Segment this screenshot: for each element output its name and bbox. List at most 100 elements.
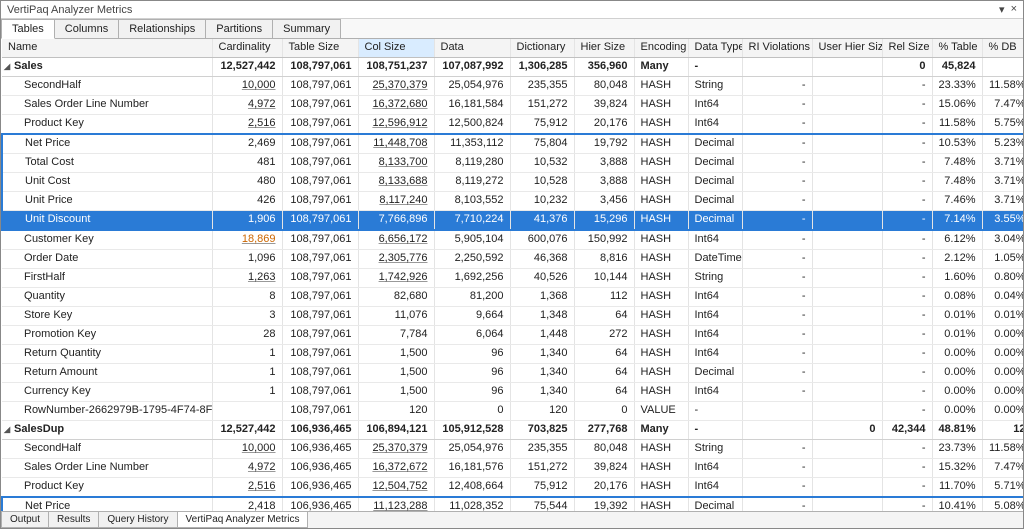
cell[interactable]: 0.04% [982, 288, 1023, 307]
col-header[interactable]: Table Size [282, 39, 358, 58]
cell[interactable]: 2,418 [212, 497, 282, 511]
data-row[interactable]: Currency Key1108,797,0611,500961,34064HA… [2, 383, 1023, 402]
cell[interactable]: 81,200 [434, 288, 510, 307]
cell[interactable]: 0.00% [932, 402, 982, 421]
cell[interactable]: 15.32% [932, 459, 982, 478]
cell[interactable]: 7.48% [932, 173, 982, 192]
cell[interactable]: 39,824 [574, 459, 634, 478]
row-name[interactable]: Unit Price [2, 192, 212, 211]
cell[interactable]: 1,348 [510, 307, 574, 326]
cell[interactable] [812, 402, 882, 421]
cell[interactable]: 356,960 [574, 58, 634, 77]
row-name[interactable]: Unit Cost [2, 173, 212, 192]
cell[interactable]: 11.58% [982, 77, 1023, 96]
cell[interactable]: Int64 [688, 326, 742, 345]
cell[interactable]: HASH [634, 154, 688, 173]
group-row[interactable]: Sales12,527,442108,797,061108,751,237107… [2, 58, 1023, 77]
cell[interactable]: 5.23% [982, 134, 1023, 154]
cell[interactable]: - [742, 77, 812, 96]
cell[interactable]: 8,103,552 [434, 192, 510, 211]
cell[interactable]: - [742, 269, 812, 288]
cell[interactable]: 11,123,288 [358, 497, 434, 511]
cell[interactable]: 12,500,824 [434, 115, 510, 135]
col-header[interactable]: Dictionary [510, 39, 574, 58]
cell[interactable]: 108,797,061 [282, 402, 358, 421]
cell[interactable]: 3.71% [982, 154, 1023, 173]
cell[interactable]: 108,797,061 [282, 154, 358, 173]
cell[interactable]: HASH [634, 345, 688, 364]
cell[interactable]: HASH [634, 77, 688, 96]
cell[interactable]: 3.71% [982, 173, 1023, 192]
cell[interactable]: HASH [634, 288, 688, 307]
cell[interactable]: 1,263 [212, 269, 282, 288]
cell[interactable]: 10,000 [212, 77, 282, 96]
cell[interactable]: 7.47% [982, 459, 1023, 478]
row-name[interactable]: Currency Key [2, 383, 212, 402]
cell[interactable]: 64 [574, 345, 634, 364]
cell[interactable]: DateTime [688, 250, 742, 269]
cell[interactable] [812, 326, 882, 345]
cell[interactable]: 0 [434, 402, 510, 421]
cell[interactable]: 2,469 [212, 134, 282, 154]
data-row[interactable]: FirstHalf1,263108,797,0611,742,9261,692,… [2, 269, 1023, 288]
cell[interactable]: 0.01% [932, 326, 982, 345]
cell[interactable]: - [882, 326, 932, 345]
cell[interactable]: 1 [212, 383, 282, 402]
cell[interactable]: 277,768 [574, 421, 634, 440]
cell[interactable]: - [882, 154, 932, 173]
col-header[interactable]: Rel Size [882, 39, 932, 58]
row-name[interactable]: Net Price [2, 134, 212, 154]
row-name[interactable]: Quantity [2, 288, 212, 307]
cell[interactable]: 10.41% [932, 497, 982, 511]
cell[interactable]: 6,064 [434, 326, 510, 345]
cell[interactable] [812, 230, 882, 250]
row-name[interactable]: SecondHalf [2, 77, 212, 96]
cell[interactable]: 105,912,528 [434, 421, 510, 440]
data-row[interactable]: Product Key2,516106,936,46512,504,75212,… [2, 478, 1023, 498]
cell[interactable]: - [882, 134, 932, 154]
cell[interactable]: 10,144 [574, 269, 634, 288]
cell[interactable]: 96 [434, 383, 510, 402]
cell[interactable]: - [742, 96, 812, 115]
cell[interactable]: 3,456 [574, 192, 634, 211]
cell[interactable] [812, 173, 882, 192]
cell[interactable]: 0.00% [982, 345, 1023, 364]
cell[interactable]: 8,117,240 [358, 192, 434, 211]
row-name[interactable]: Return Quantity [2, 345, 212, 364]
cell[interactable]: HASH [634, 478, 688, 498]
cell[interactable]: Many [634, 421, 688, 440]
row-name[interactable]: Customer Key [2, 230, 212, 250]
cell[interactable]: 108,797,061 [282, 383, 358, 402]
cell[interactable]: 108,797,061 [282, 326, 358, 345]
cell[interactable]: 41,376 [510, 211, 574, 231]
cell[interactable]: 16,181,584 [434, 96, 510, 115]
cell[interactable]: HASH [634, 269, 688, 288]
cell[interactable] [212, 402, 282, 421]
cell[interactable]: 106,936,465 [282, 497, 358, 511]
cell[interactable]: 16,372,672 [358, 459, 434, 478]
cell[interactable]: 1,906 [212, 211, 282, 231]
cell[interactable]: 107,087,992 [434, 58, 510, 77]
col-header[interactable]: Data [434, 39, 510, 58]
cell[interactable]: - [688, 421, 742, 440]
cell[interactable]: HASH [634, 96, 688, 115]
cell[interactable]: - [742, 192, 812, 211]
cell[interactable]: 12,527,442 [212, 58, 282, 77]
tab-summary[interactable]: Summary [272, 19, 341, 38]
cell[interactable] [742, 421, 812, 440]
cell[interactable]: 0 [882, 58, 932, 77]
cell[interactable]: 1,306,285 [510, 58, 574, 77]
cell[interactable]: 25,370,379 [358, 77, 434, 96]
cell[interactable]: 96 [434, 364, 510, 383]
tab-partitions[interactable]: Partitions [205, 19, 273, 38]
cell[interactable]: 28 [212, 326, 282, 345]
cell[interactable]: 12,527,442 [212, 421, 282, 440]
cell[interactable]: 3.55% [982, 211, 1023, 231]
cell[interactable]: 108,797,061 [282, 192, 358, 211]
cell[interactable]: - [882, 307, 932, 326]
cell[interactable]: Int64 [688, 96, 742, 115]
cell[interactable]: - [882, 478, 932, 498]
cell[interactable]: HASH [634, 497, 688, 511]
cell[interactable]: 18,869 [212, 230, 282, 250]
cell[interactable]: 108,797,061 [282, 173, 358, 192]
